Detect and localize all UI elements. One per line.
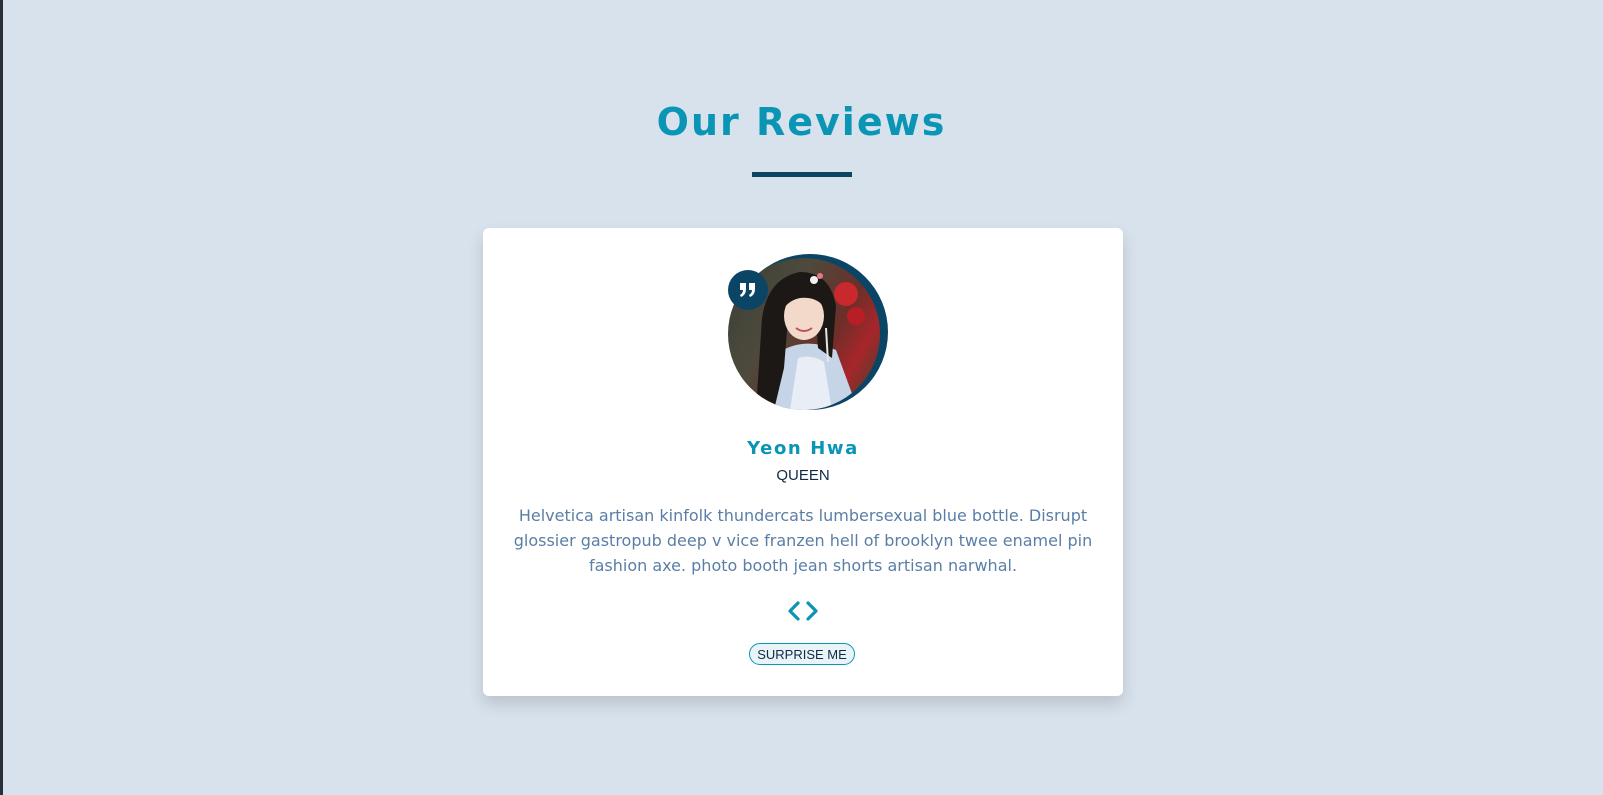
next-button[interactable] (804, 600, 820, 622)
quote-right-icon (728, 270, 768, 310)
avatar-container (728, 254, 890, 410)
prev-button[interactable] (786, 600, 802, 622)
author-job: QUEEN (776, 467, 830, 484)
author-name: Yeon Hwa (747, 438, 859, 459)
review-navigation (483, 600, 1123, 622)
chevron-left-icon (788, 601, 800, 621)
title-underline (752, 172, 852, 177)
review-text: Helvetica artisan kinfolk thundercats lu… (513, 506, 1093, 575)
chevron-right-icon (806, 601, 818, 621)
page-title: Our Reviews (656, 100, 947, 144)
surprise-me-button[interactable]: SURPRISE ME (749, 643, 855, 665)
review-card: Yeon Hwa QUEEN Helvetica artisan kinfolk… (483, 228, 1123, 696)
